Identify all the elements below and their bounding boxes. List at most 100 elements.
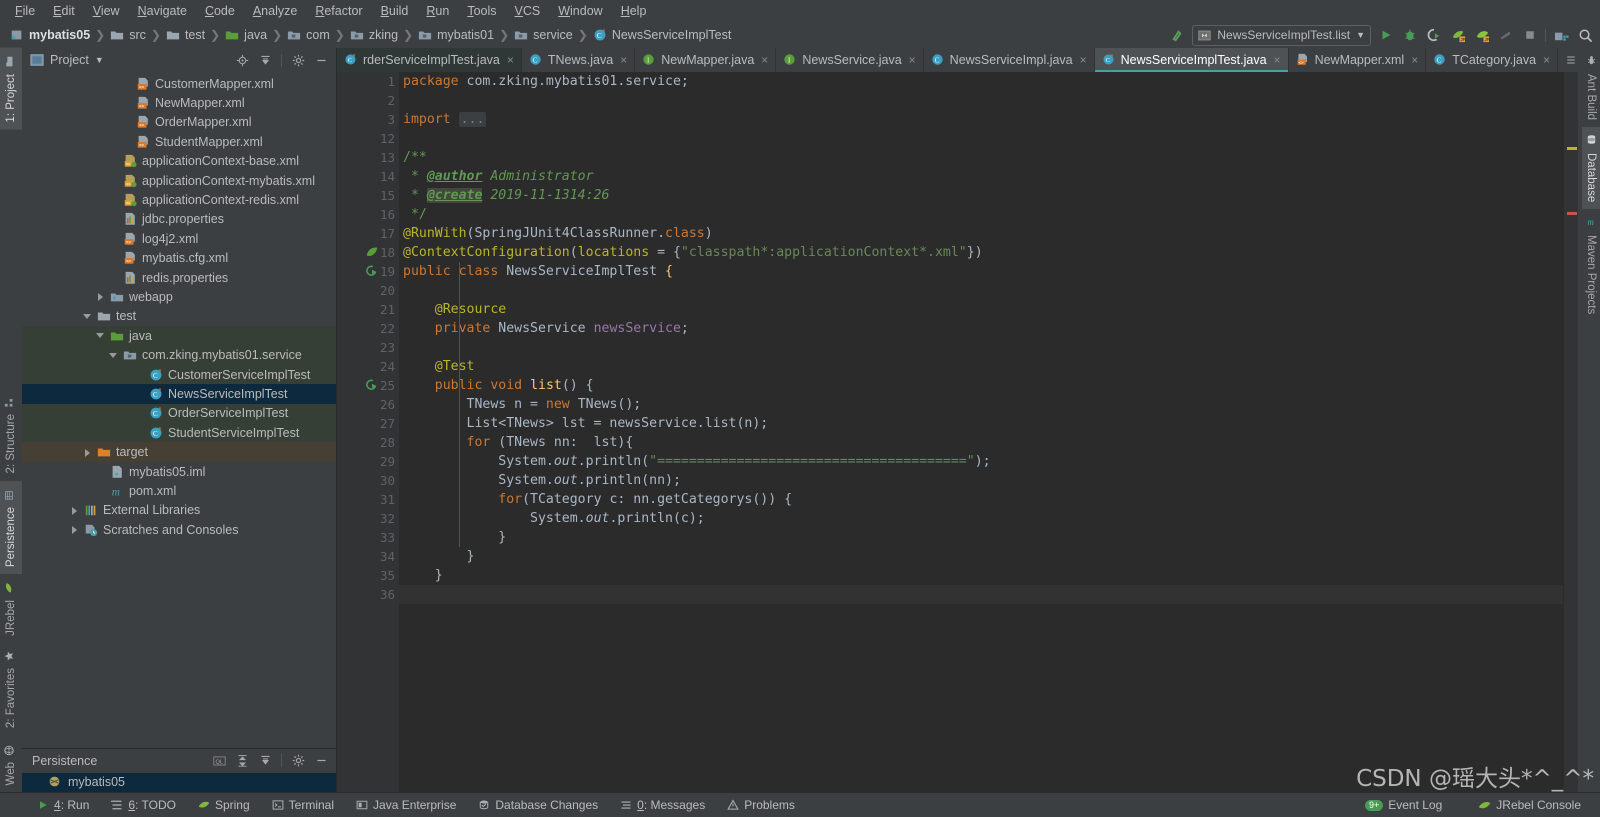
menu-item-tools[interactable]: Tools	[458, 2, 505, 20]
status-button-4-run[interactable]: 4: Run	[26, 798, 100, 812]
chevron-down-icon[interactable]	[96, 331, 105, 340]
close-icon[interactable]: ×	[761, 53, 768, 67]
breadcrumb-item-service[interactable]: service	[512, 28, 575, 42]
tree-node-target[interactable]: target	[22, 442, 336, 462]
editor-tab-rderserviceimpltest-java[interactable]: CrderServiceImplTest.java ×	[337, 48, 522, 72]
code-line[interactable]: public class NewsServiceImplTest {	[403, 262, 1563, 281]
tree-node-applicationcontext-redis-xml[interactable]: <> applicationContext-redis.xml	[22, 190, 336, 209]
tree-node-customerserviceimpltest[interactable]: C CustomerServiceImplTest	[22, 364, 336, 385]
chevron-right-icon[interactable]	[83, 448, 92, 457]
code-line[interactable]: }	[403, 547, 1563, 566]
close-icon[interactable]: ×	[1080, 53, 1087, 67]
chevron-right-icon[interactable]	[96, 292, 105, 302]
tree-node-orderserviceimpltest[interactable]: C OrderServiceImplTest	[22, 403, 336, 424]
tree-node-scratches-and-consoles[interactable]: Scratches and Consoles	[22, 520, 336, 539]
status-button-6-todo[interactable]: 6: TODO	[100, 798, 187, 812]
status-button-terminal[interactable]: Terminal	[261, 798, 345, 812]
code-line[interactable]: for (TNews nn: lst){	[403, 433, 1563, 452]
code-line[interactable]: @ContextConfiguration(locations = {"clas…	[403, 243, 1563, 262]
project-tree[interactable]: <> CustomerMapper.xml <> NewMapper.xml <> Ord…	[22, 72, 336, 748]
menu-item-file[interactable]: File	[6, 2, 44, 20]
menu-item-analyze[interactable]: Analyze	[244, 2, 306, 20]
locate-icon[interactable]	[235, 53, 249, 67]
code-line[interactable]: TNews n = new TNews();	[403, 395, 1563, 414]
tool-button-maven-projects[interactable]: m Maven Projects	[1582, 209, 1600, 321]
code-line[interactable]: */	[403, 205, 1563, 224]
code-line[interactable]: @Test	[403, 357, 1563, 376]
status-button-0-messages[interactable]: 0: Messages	[609, 798, 716, 812]
close-icon[interactable]: ×	[909, 53, 916, 67]
menu-item-code[interactable]: Code	[196, 2, 244, 20]
tree-node-redis-properties[interactable]: redis.properties	[22, 268, 336, 287]
breadcrumb-item-zking[interactable]: zking	[348, 28, 400, 42]
stop-icon[interactable]	[1521, 26, 1539, 44]
spring-bean-icon[interactable]	[365, 245, 381, 261]
tool-button-ant-build[interactable]: Ant Build	[1582, 48, 1600, 127]
project-structure-icon[interactable]	[1552, 26, 1570, 44]
breadcrumb-item-mybatis01[interactable]: mybatis01	[416, 28, 496, 42]
chevron-right-icon[interactable]	[70, 525, 79, 535]
collapse-all-icon[interactable]	[258, 754, 272, 768]
hide-panel-icon[interactable]	[314, 754, 328, 768]
editor-tab-newmapper-java[interactable]: I NewMapper.java ×	[635, 48, 777, 72]
tool-button-2-structure[interactable]: 2: Structure	[0, 388, 22, 480]
hide-panel-icon[interactable]	[314, 53, 328, 67]
code-line[interactable]	[403, 338, 1563, 357]
code-line[interactable]: package com.zking.mybatis01.service;	[403, 72, 1563, 91]
close-icon[interactable]: ×	[507, 53, 514, 67]
menu-item-vcs[interactable]: VCS	[506, 2, 550, 20]
tree-node-log4j2-xml[interactable]: <> log4j2.xml	[22, 229, 336, 248]
code-line[interactable]: }	[403, 566, 1563, 585]
status-button-database-changes[interactable]: Database Changes	[467, 798, 609, 812]
tool-button-1-project[interactable]: 1: Project	[0, 48, 22, 130]
tree-node-mybatis05-iml[interactable]: mybatis05.iml	[22, 462, 336, 481]
tree-node-jdbc-properties[interactable]: jdbc.properties	[22, 210, 336, 229]
tree-node-customermapper-xml[interactable]: <> CustomerMapper.xml	[22, 74, 336, 93]
tree-node-ordermapper-xml[interactable]: <> OrderMapper.xml	[22, 113, 336, 132]
stop-gray-icon[interactable]	[1497, 26, 1515, 44]
collapse-all-icon[interactable]	[258, 53, 272, 67]
tool-button-database[interactable]: Database	[1582, 127, 1600, 210]
code-line[interactable]	[403, 129, 1563, 148]
code-line[interactable]	[403, 281, 1563, 300]
chevron-down-icon[interactable]	[109, 351, 118, 360]
code-line[interactable]: @Resource	[403, 300, 1563, 319]
breadcrumb-item-com[interactable]: com	[285, 28, 332, 42]
editor-tab-newsserviceimpl-java[interactable]: C NewsServiceImpl.java ×	[924, 48, 1095, 72]
run-test-icon[interactable]	[365, 378, 381, 394]
run-icon[interactable]	[1377, 26, 1395, 44]
menu-item-window[interactable]: Window	[549, 2, 611, 20]
code-line[interactable]: @RunWith(SpringJUnit4ClassRunner.class)	[403, 224, 1563, 243]
tree-node-studentmapper-xml[interactable]: <> StudentMapper.xml	[22, 132, 336, 151]
close-icon[interactable]: ×	[1543, 53, 1550, 67]
tree-node-applicationcontext-mybatis-xml[interactable]: <> applicationContext-mybatis.xml	[22, 171, 336, 190]
code-line[interactable]: System.out.println(c);	[403, 509, 1563, 528]
code-line[interactable]: * @create 2019-11-1314:26	[403, 186, 1563, 205]
menu-item-help[interactable]: Help	[612, 2, 656, 20]
expand-all-icon[interactable]	[235, 754, 249, 768]
editor-gutter[interactable]: 1 2 3 12 13 14 15 16 17 18 19 20 21 22 23 24 25 26 27 28 29 3…	[337, 72, 399, 792]
status-button-jrebel-console[interactable]: JRebel Console	[1467, 798, 1592, 812]
close-icon[interactable]: ×	[1411, 53, 1418, 67]
breadcrumb-item-mybatis05[interactable]: mybatis05	[8, 28, 92, 42]
breadcrumb-item-newsserviceimpltest[interactable]: C NewsServiceImplTest	[591, 28, 733, 42]
editor-marker-bar[interactable]	[1563, 72, 1578, 792]
code-content[interactable]: package com.zking.mybatis01.service; impo…	[399, 72, 1563, 792]
code-line[interactable]: }	[403, 528, 1563, 547]
chevron-down-icon[interactable]: ▼	[1356, 30, 1365, 40]
sql-icon[interactable]: QL	[212, 754, 226, 768]
debug-icon[interactable]	[1401, 26, 1419, 44]
code-line[interactable]: System.out.println("====================…	[403, 452, 1563, 471]
tree-node-studentserviceimpltest[interactable]: C StudentServiceImplTest	[22, 423, 336, 443]
breadcrumb-item-test[interactable]: test	[164, 28, 207, 42]
code-line[interactable]: /**	[403, 148, 1563, 167]
datasource-row[interactable]: mybatis05	[22, 772, 336, 792]
code-line[interactable]	[403, 91, 1563, 110]
run-configuration-selector[interactable]: NewsServiceImplTest.list ▼	[1192, 24, 1371, 46]
jrebel-run-icon[interactable]: JR	[1449, 26, 1467, 44]
tool-button-2-favorites[interactable]: 2: Favorites	[0, 642, 22, 735]
tool-button-jrebel[interactable]: JRebel	[0, 574, 22, 643]
tool-button-web[interactable]: Web	[0, 736, 22, 792]
close-icon[interactable]: ×	[620, 53, 627, 67]
code-line[interactable]: private NewsService newsService;	[403, 319, 1563, 338]
